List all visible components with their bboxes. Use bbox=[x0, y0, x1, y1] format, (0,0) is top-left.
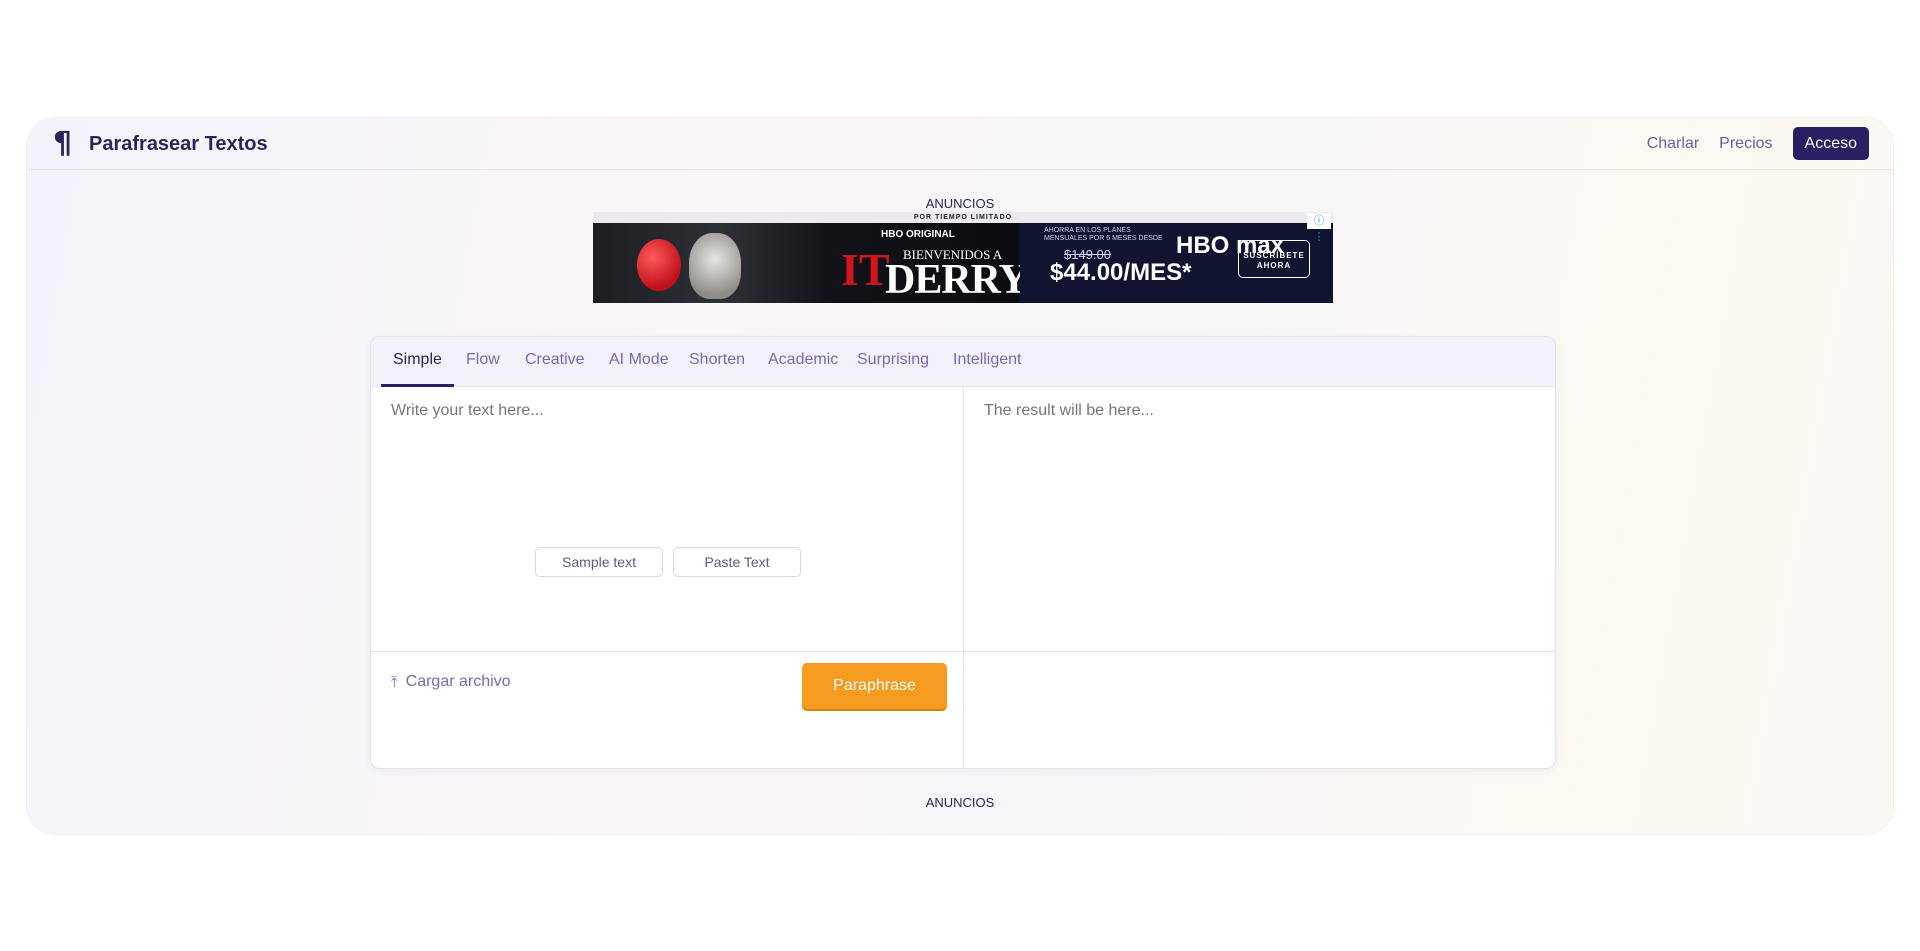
red-balloon-image bbox=[637, 239, 681, 291]
mode-tabs: Simple Flow Creative AI Mode Shorten Aca… bbox=[371, 337, 1555, 387]
ad-hbo-original: HBO ORIGINAL bbox=[881, 229, 955, 240]
ad-offer: AHORRA EN LOS PLANES MENSUALES POR 6 MES… bbox=[1020, 223, 1333, 303]
ad-it-logo: IT bbox=[841, 244, 890, 295]
header: ¶ Parafrasear Textos Charlar Precios Acc… bbox=[27, 118, 1893, 170]
tab-surprising[interactable]: Surprising bbox=[857, 351, 929, 369]
ad-label-top: ANUNCIOS bbox=[925, 196, 995, 211]
site-title: Parafrasear Textos bbox=[89, 132, 268, 155]
tab-shorten[interactable]: Shorten bbox=[689, 351, 745, 369]
tab-ai-mode[interactable]: AI Mode bbox=[609, 351, 669, 369]
login-button[interactable]: Acceso bbox=[1792, 127, 1869, 160]
sample-text-button[interactable]: Sample text bbox=[535, 547, 663, 577]
tab-intelligent[interactable]: Intelligent bbox=[953, 351, 1022, 369]
tab-creative[interactable]: Creative bbox=[525, 351, 585, 369]
ad-label-bottom: ANUNCIOS bbox=[925, 795, 995, 810]
tab-flow[interactable]: Flow bbox=[466, 351, 500, 369]
ad-offer-text: AHORRA EN LOS PLANES MENSUALES POR 6 MES… bbox=[1044, 227, 1163, 242]
nav-pricing-link[interactable]: Precios bbox=[1719, 135, 1772, 153]
output-text: The result will be here... bbox=[984, 402, 1154, 419]
logo[interactable]: ¶ Parafrasear Textos bbox=[53, 126, 268, 161]
ad-banner[interactable]: POR TIEMPO LIMITADO IT HBO ORIGINAL BIEN… bbox=[593, 212, 1333, 303]
ad-choices-icon[interactable]: ⓘ ⋮ bbox=[1307, 213, 1331, 243]
tab-simple[interactable]: Simple bbox=[393, 351, 442, 369]
ad-new-price: $44.00/MES* bbox=[1050, 259, 1192, 286]
output-pane: The result will be here... bbox=[964, 387, 1555, 768]
nav-chat-link[interactable]: Charlar bbox=[1647, 135, 1699, 153]
tab-academic[interactable]: Academic bbox=[768, 351, 838, 369]
input-textarea[interactable]: Write your text here... bbox=[391, 402, 544, 420]
paste-text-button[interactable]: Paste Text bbox=[673, 547, 801, 577]
upload-label: Cargar archivo bbox=[405, 673, 511, 690]
footer-divider bbox=[371, 651, 1555, 652]
paraphrase-button[interactable]: Paraphrase bbox=[802, 663, 947, 709]
pilcrow-icon: ¶ bbox=[53, 126, 73, 161]
ad-image-left: IT HBO ORIGINAL BIENVENIDOS A DERRY bbox=[593, 223, 1029, 303]
app-frame: ¶ Parafrasear Textos Charlar Precios Acc… bbox=[27, 118, 1893, 834]
upload-icon: ⤒ bbox=[391, 673, 398, 691]
paraphrase-card: Simple Flow Creative AI Mode Shorten Aca… bbox=[370, 336, 1556, 769]
ad-cta-button[interactable]: SUSCRÍBETE AHORA bbox=[1238, 240, 1310, 278]
upload-file-button[interactable]: ⤒ Cargar archivo bbox=[391, 673, 511, 691]
clown-image bbox=[689, 233, 741, 299]
top-nav: Charlar Precios Acceso bbox=[1647, 127, 1869, 160]
ad-derry-title: DERRY bbox=[885, 257, 1029, 303]
ad-top-strip: POR TIEMPO LIMITADO bbox=[593, 212, 1333, 223]
input-pane[interactable]: Write your text here... Sample text Past… bbox=[371, 387, 964, 768]
